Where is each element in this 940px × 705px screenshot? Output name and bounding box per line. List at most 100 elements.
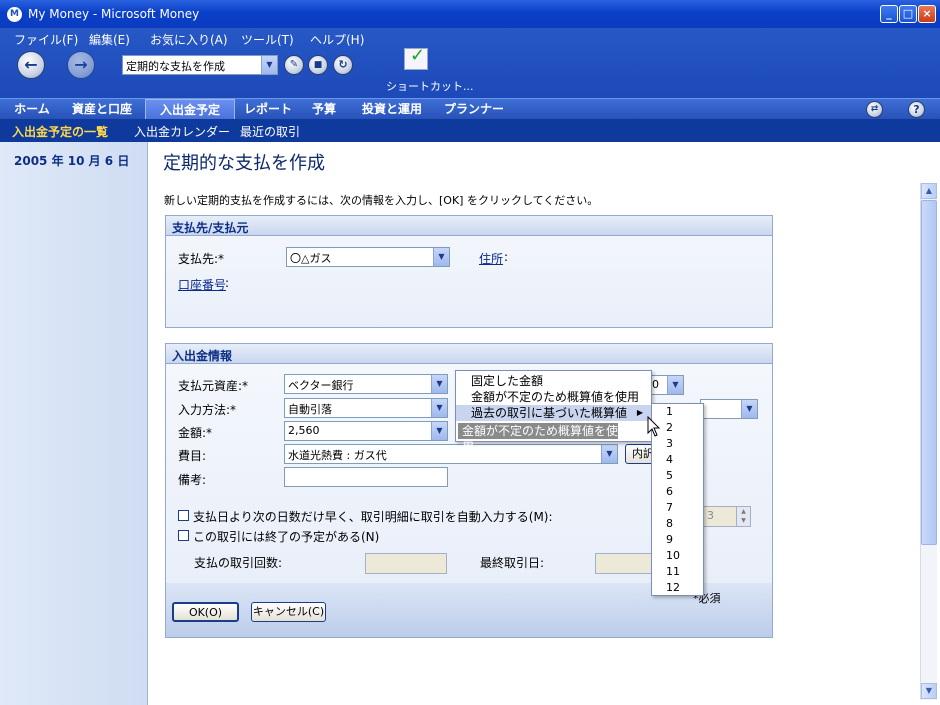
menu-tools[interactable]: ツール(T) — [241, 31, 294, 48]
chevron-down-icon[interactable]: ▼ — [431, 422, 447, 440]
subnav-planned-list[interactable]: 入出金予定の一覧 — [12, 123, 108, 140]
money-app-icon: M — [7, 7, 22, 22]
minimize-icon[interactable]: _ — [880, 5, 898, 23]
navtab-reports[interactable]: レポート — [238, 99, 298, 119]
shortcut-icon[interactable]: ✓ — [404, 45, 428, 70]
account-number-link[interactable]: 口座番号 — [178, 276, 226, 293]
transaction-count-input[interactable] — [365, 553, 447, 574]
amount-combobox[interactable]: 2,560 ▼ — [284, 421, 448, 441]
navtab-budget[interactable]: 予算 — [301, 99, 347, 119]
auto-enter-checkbox[interactable] — [178, 510, 189, 521]
count-item-7[interactable]: 7 — [666, 500, 673, 516]
count-item-8[interactable]: 8 — [666, 516, 673, 532]
scroll-thumb[interactable] — [921, 200, 937, 545]
navtab-planner[interactable]: プランナー — [437, 99, 511, 119]
count-item-10[interactable]: 10 — [666, 548, 680, 564]
mouse-cursor-icon — [647, 415, 661, 438]
payee-combobox[interactable]: 〇△ガス ▼ — [286, 247, 450, 267]
from-account-label: 支払元資産:* — [178, 379, 249, 393]
menu-bar: ファイル(F) 編集(E) お気に入り(A) ツール(T) ヘルプ(H) — [0, 28, 940, 48]
shortcut-label[interactable]: ショートカット... — [386, 78, 474, 94]
count-item-3[interactable]: 3 — [666, 436, 673, 452]
chevron-down-icon[interactable]: ▼ — [741, 400, 757, 418]
chevron-down-icon[interactable]: ▼ — [431, 375, 447, 393]
page-title: 定期的な支払を作成 — [163, 153, 325, 174]
payee-value: 〇△ガス — [290, 252, 332, 265]
memo-label: 備考: — [178, 473, 207, 487]
spinner-arrows-icon[interactable]: ▲ ▼ — [736, 507, 750, 526]
menu-file[interactable]: ファイル(F) — [14, 31, 78, 48]
forward-arrow-icon[interactable]: → — [67, 51, 95, 79]
edit-pen-icon[interactable]: ✎ — [284, 55, 304, 75]
chevron-down-icon[interactable]: ▼ — [431, 399, 447, 417]
method-combobox[interactable]: 自動引落 ▼ — [284, 398, 448, 418]
navtab-investments[interactable]: 投資と運用 — [350, 99, 434, 119]
navtab-home[interactable]: ホーム — [4, 99, 60, 119]
intro-text: 新しい定期的支払を作成するには、次の情報を入力し、[OK] をクリックしてくださ… — [164, 194, 599, 207]
menu-item-fixed-amount[interactable]: 固定した金額 — [456, 373, 651, 389]
ok-button[interactable]: OK(O) — [172, 602, 239, 622]
submenu-arrow-icon: ▶ — [636, 408, 643, 417]
help-icon[interactable]: ? — [908, 101, 925, 118]
cancel-button[interactable]: キャンセル(C) — [251, 602, 326, 622]
from-account-value: ベクター銀行 — [288, 379, 354, 392]
sync-icon[interactable]: ⇄ — [866, 101, 883, 118]
chevron-down-icon[interactable]: ▼ — [667, 376, 683, 394]
amount-value: 2,560 — [288, 424, 320, 437]
count-item-9[interactable]: 9 — [666, 532, 673, 548]
transaction-count-label: 支払の取引回数: — [194, 556, 283, 570]
refresh-icon[interactable]: ↻ — [333, 55, 353, 75]
window-title: My Money - Microsoft Money — [28, 7, 200, 21]
amount-label: 金額:* — [178, 426, 213, 440]
navtab-planned[interactable]: 入出金予定 — [145, 99, 235, 119]
scroll-down-icon[interactable]: ▼ — [921, 683, 937, 699]
count-item-1[interactable]: 1 — [666, 404, 673, 420]
title-bar: M My Money - Microsoft Money _ □ × — [0, 0, 940, 28]
last-date-input[interactable] — [595, 553, 655, 574]
navtab-accounts[interactable]: 資産と口座 — [62, 99, 142, 119]
from-account-combobox[interactable]: ベクター銀行 ▼ — [284, 374, 448, 394]
menu-item-estimate[interactable]: 金額が不定のため概算値を使用 — [456, 389, 651, 405]
payee-label: 支払先:* — [178, 252, 225, 266]
schedule-frequency-combobox[interactable]: 0 ▼ — [648, 375, 684, 395]
menu-favorites[interactable]: お気に入り(A) — [150, 31, 228, 48]
maximize-icon[interactable]: □ — [899, 5, 917, 23]
menu-help[interactable]: ヘルプ(H) — [310, 31, 364, 48]
method-value: 自動引落 — [288, 403, 332, 416]
scroll-up-icon[interactable]: ▲ — [921, 183, 937, 199]
auto-enter-days-value: 3 — [707, 509, 714, 522]
count-item-5[interactable]: 5 — [666, 468, 673, 484]
count-item-4[interactable]: 4 — [666, 452, 673, 468]
back-arrow-icon[interactable]: ← — [17, 51, 45, 79]
subnav-calendar[interactable]: 入出金カレンダー — [134, 123, 230, 140]
menu-item-history-estimate[interactable]: 過去の取引に基づいた概算値 ▶ — [456, 405, 651, 421]
vertical-scrollbar[interactable]: ▲ ▼ — [920, 183, 937, 700]
count-item-2[interactable]: 2 — [666, 420, 673, 436]
category-combobox[interactable]: 水道光熱費 : ガス代 ▼ — [284, 444, 618, 464]
sidebar: 2005 年 10 月 6 日 — [0, 142, 148, 705]
category-label: 費目: — [178, 449, 207, 463]
amount-type-menu: 固定した金額 金額が不定のため概算値を使用 過去の取引に基づいた概算値 ▶ 金額… — [455, 370, 652, 454]
auto-enter-label: 支払日より次の日数だけ早く、取引明細に取引を自動入力する(M): — [193, 510, 553, 524]
end-date-checkbox[interactable] — [178, 530, 189, 541]
close-icon[interactable]: × — [918, 5, 936, 23]
count-item-11[interactable]: 11 — [666, 564, 680, 580]
count-item-6[interactable]: 6 — [666, 484, 673, 500]
chevron-down-icon[interactable]: ▼ — [601, 445, 617, 463]
current-date: 2005 年 10 月 6 日 — [14, 154, 130, 168]
menu-item-estimate-tooltip[interactable]: 金額が不定のため概算値を使用 — [458, 423, 618, 454]
chevron-down-icon[interactable]: ▼ — [261, 56, 277, 74]
count-item-12[interactable]: 12 — [666, 580, 680, 596]
auto-enter-days-stepper[interactable]: 3 ▲ ▼ — [703, 506, 751, 527]
end-date-label: この取引には終了の予定がある(N) — [193, 530, 380, 544]
menu-edit[interactable]: 編集(E) — [89, 31, 130, 48]
chevron-down-icon[interactable]: ▼ — [433, 248, 449, 266]
next-date-combobox[interactable]: ▼ — [700, 399, 758, 419]
payee-section-title: 支払先/支払元 — [166, 216, 772, 236]
subnav-recent[interactable]: 最近の取引 — [240, 123, 300, 140]
address-link[interactable]: 住所 — [479, 250, 503, 267]
stop-icon[interactable]: ■ — [308, 55, 328, 75]
address-dropdown[interactable]: 定期的な支払を作成 ▼ — [122, 55, 278, 75]
memo-input[interactable] — [284, 467, 448, 487]
frequency-value: 0 — [652, 378, 659, 391]
